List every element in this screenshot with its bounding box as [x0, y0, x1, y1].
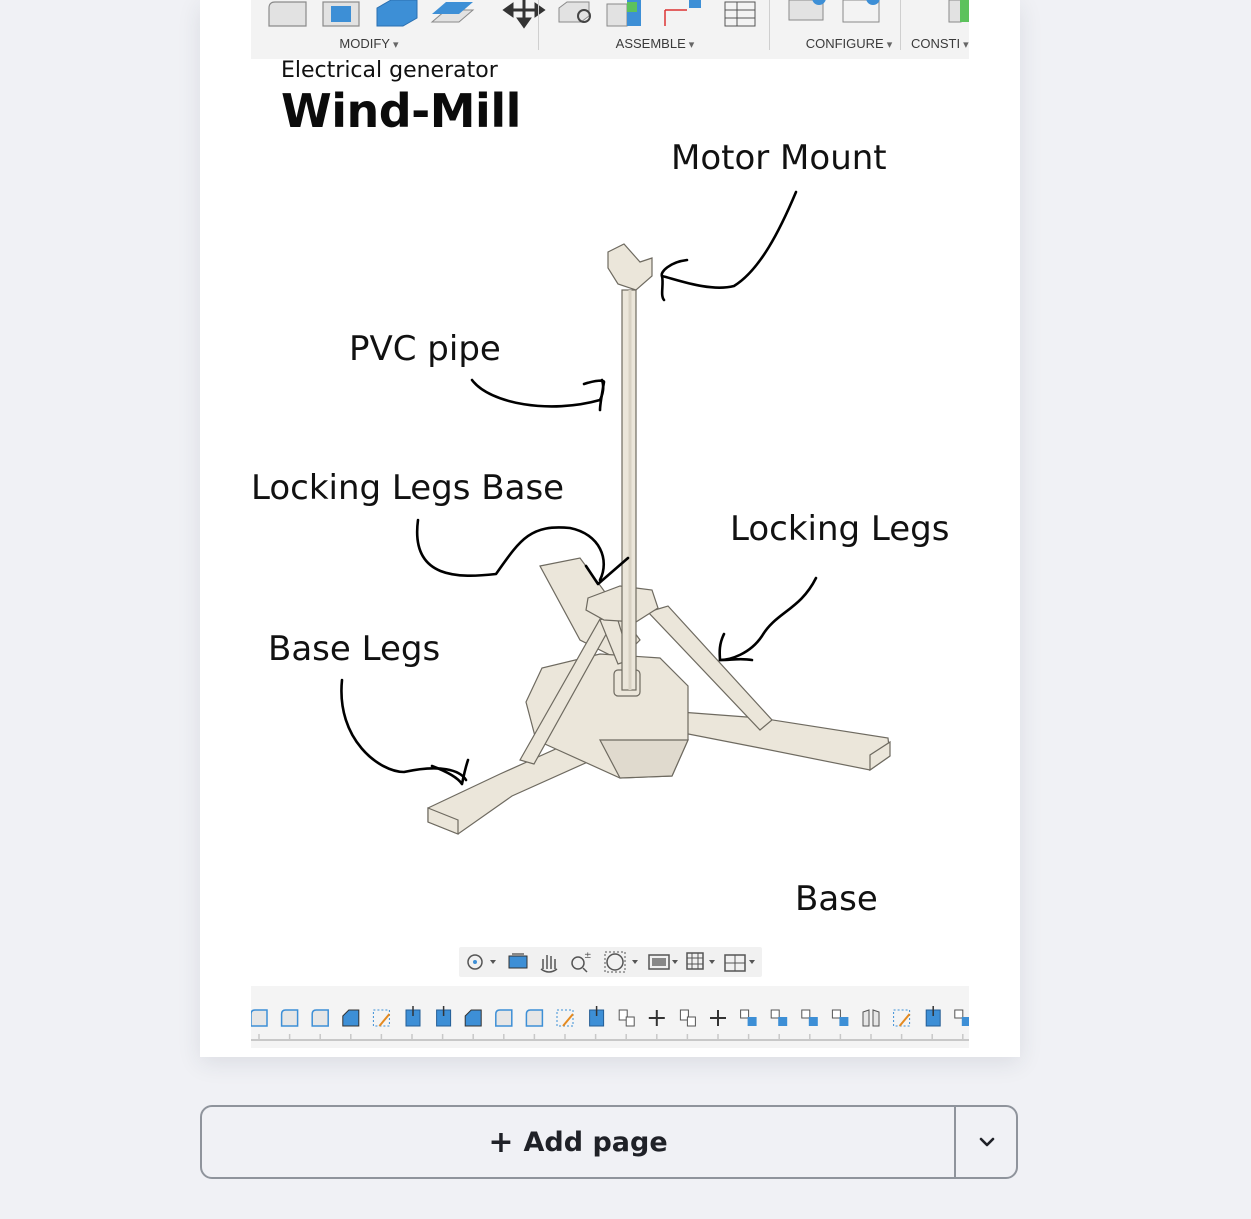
label-base: Base: [795, 879, 878, 919]
timeline-fillet-icon[interactable]: [251, 1009, 268, 1027]
add-page-menu-button[interactable]: [956, 1107, 1016, 1177]
add-page-button[interactable]: + Add page: [202, 1107, 954, 1177]
timeline-extrude-icon[interactable]: [436, 1006, 452, 1027]
timeline-features: [251, 1006, 969, 1041]
pan-hand-icon[interactable]: [540, 955, 558, 973]
timeline-extrude-icon[interactable]: [589, 1006, 605, 1027]
look-at-icon[interactable]: [508, 953, 528, 969]
timeline-sketch-icon[interactable]: [372, 1009, 391, 1027]
display-settings-icon[interactable]: [648, 954, 678, 970]
timeline-fillet-icon[interactable]: [280, 1009, 299, 1027]
timeline-move-icon[interactable]: [648, 1010, 665, 1026]
timeline-joint-icon[interactable]: [618, 1009, 635, 1027]
timeline-component-icon[interactable]: [831, 1009, 849, 1026]
timeline-fillet-icon[interactable]: [495, 1009, 513, 1027]
base-leg-right: [677, 711, 891, 771]
timeline-component-icon[interactable]: [740, 1009, 757, 1026]
timeline-mirror-icon[interactable]: [862, 1009, 880, 1027]
arrowhead: [430, 758, 470, 786]
timeline-component-icon[interactable]: [954, 1009, 969, 1026]
label-locking-legs-base: Locking Legs Base: [251, 468, 565, 508]
timeline-chamfer-icon[interactable]: [342, 1009, 360, 1027]
grid-icon[interactable]: [686, 952, 715, 970]
timeline-component-icon[interactable]: [801, 1009, 818, 1026]
timeline-move-icon[interactable]: [710, 1010, 726, 1026]
slide-page: MODIFY ASSEMBLE CONFIGURE CONSTI Electri…: [200, 0, 1020, 1057]
motor-mount-arrow: [660, 190, 798, 289]
motor-mount: [607, 243, 653, 291]
timeline-component-icon[interactable]: [770, 1009, 788, 1026]
timeline-strip: [251, 986, 969, 1048]
arrowhead: [582, 379, 606, 412]
timeline-fillet-icon[interactable]: [311, 1009, 329, 1027]
add-page-label: Add page: [523, 1126, 668, 1158]
base-legs-arrow: [340, 678, 468, 782]
add-page-control: + Add page: [200, 1105, 1018, 1179]
timeline-extrude-icon[interactable]: [405, 1006, 421, 1027]
label-motor-mount: Motor Mount: [671, 138, 887, 178]
viewport-navigation-bar: ±: [459, 947, 762, 977]
orbit-icon[interactable]: [467, 954, 496, 970]
viewports-icon[interactable]: [724, 954, 755, 972]
locking-legs-arrow: [718, 576, 818, 662]
timeline-fillet-icon[interactable]: [525, 1009, 544, 1027]
fit-window-icon[interactable]: [604, 951, 638, 973]
zoom-icon[interactable]: ±: [571, 951, 592, 973]
chevron-down-icon: [979, 1137, 995, 1147]
timeline-sketch-icon[interactable]: [893, 1009, 911, 1027]
timeline-chamfer-icon[interactable]: [464, 1009, 482, 1027]
label-pvc-pipe: PVC pipe: [349, 329, 501, 369]
timeline-joint-icon[interactable]: [679, 1009, 696, 1027]
timeline-extrude-icon[interactable]: [925, 1006, 941, 1027]
label-base-legs: Base Legs: [268, 629, 441, 669]
svg-text:±: ±: [584, 951, 592, 961]
timeline-sketch-icon[interactable]: [556, 1009, 574, 1027]
plus-icon: +: [488, 1124, 514, 1160]
label-locking-legs: Locking Legs: [730, 509, 950, 549]
